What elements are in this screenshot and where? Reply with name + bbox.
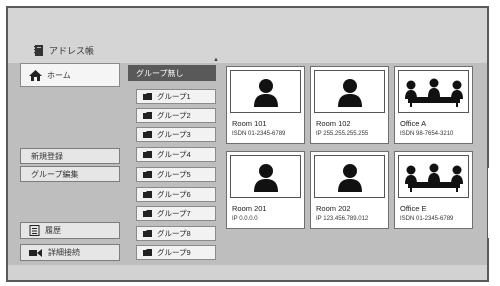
group-edit-label: グループ編集	[31, 169, 79, 179]
group-none-tab[interactable]: グループ無し	[128, 65, 216, 81]
group-item-2[interactable]: グループ2	[136, 108, 216, 123]
contact-address: IP 0.0.0.0	[232, 216, 258, 222]
contact-address: ISDN 01-2345-6789	[400, 216, 454, 222]
contact-card-office-e[interactable]: Office E ISDN 01-2345-6789	[394, 151, 473, 229]
window-title: アドレス帳	[34, 43, 94, 57]
history-label: 履歴	[45, 226, 61, 235]
contact-card-room-101[interactable]: Room 101 ISDN 01-2345-6789	[226, 66, 305, 144]
folder-icon	[143, 112, 152, 119]
contact-picture	[230, 70, 301, 113]
address-book-icon	[34, 44, 43, 56]
group-item-5[interactable]: グループ5	[136, 167, 216, 182]
contact-name: Room 102	[316, 119, 351, 128]
contact-picture	[230, 155, 301, 198]
group-item-label: グループ6	[157, 190, 191, 199]
folder-icon	[143, 93, 152, 100]
contact-picture	[314, 155, 385, 198]
contact-card-room-201[interactable]: Room 201 IP 0.0.0.0	[226, 151, 305, 229]
single-person-icon	[253, 163, 278, 192]
group-item-4[interactable]: グループ4	[136, 147, 216, 162]
group-item-7[interactable]: グループ7	[136, 206, 216, 221]
contact-address: IP 123.456.789.012	[316, 216, 369, 222]
contact-picture	[314, 70, 385, 113]
contact-name: Room 201	[232, 204, 267, 213]
contact-card-room-102[interactable]: Room 102 IP 255.255.255.255	[310, 66, 389, 144]
group-item-label: グループ1	[157, 92, 191, 101]
vertical-scrollbar[interactable]	[488, 168, 490, 238]
single-person-icon	[337, 163, 362, 192]
contact-card-office-a[interactable]: Office A ISDN 98-7654-3210	[394, 66, 473, 144]
group-item-label: グループ3	[157, 130, 191, 139]
contact-name: Office E	[400, 204, 427, 213]
contact-picture	[398, 155, 469, 198]
group-edit-button[interactable]: グループ編集	[20, 166, 120, 182]
home-label: ホーム	[47, 70, 71, 80]
detail-connect-button[interactable]: 詳細接続	[20, 244, 120, 261]
folder-icon	[143, 191, 152, 198]
contact-name: Office A	[400, 119, 427, 128]
contact-name: Room 202	[316, 204, 351, 213]
history-button[interactable]: 履歴	[20, 222, 120, 239]
group-item-8[interactable]: グループ8	[136, 226, 216, 241]
contact-address: IP 255.255.255.255	[316, 131, 369, 137]
group-meeting-icon	[404, 78, 463, 107]
group-item-label: グループ4	[157, 150, 191, 159]
group-item-label: グループ9	[157, 248, 191, 257]
contact-address: ISDN 98-7654-3210	[400, 131, 454, 137]
group-item-label: グループ8	[157, 229, 191, 238]
folder-icon	[143, 151, 152, 158]
contact-name: Room 101	[232, 119, 267, 128]
group-item-label: グループ5	[157, 170, 191, 179]
folder-icon	[143, 249, 152, 256]
group-item-label: グループ2	[157, 111, 191, 120]
group-meeting-icon	[404, 163, 463, 192]
group-item-1[interactable]: グループ1	[136, 89, 216, 104]
home-icon	[29, 69, 42, 81]
new-register-label: 新規登録	[31, 151, 63, 161]
single-person-icon	[253, 78, 278, 107]
group-item-9[interactable]: グループ9	[136, 245, 216, 260]
folder-icon	[143, 210, 152, 217]
contact-card-room-202[interactable]: Room 202 IP 123.456.789.012	[310, 151, 389, 229]
folder-icon	[143, 171, 152, 178]
group-item-label: グループ7	[157, 209, 191, 218]
address-book-window: アドレス帳 ▲	[6, 6, 490, 282]
contact-picture	[398, 70, 469, 113]
folder-icon	[143, 230, 152, 237]
detail-connect-icon	[29, 248, 42, 257]
detail-connect-label: 詳細接続	[48, 248, 80, 257]
home-button[interactable]: ホーム	[20, 63, 120, 87]
contact-address: ISDN 01-2345-6789	[232, 131, 286, 137]
footer-bar	[8, 265, 487, 280]
group-item-6[interactable]: グループ6	[136, 187, 216, 202]
window-title-text: アドレス帳	[49, 45, 95, 56]
group-none-label: グループ無し	[136, 68, 184, 78]
folder-icon	[143, 131, 152, 138]
title-bar: アドレス帳 ▲	[8, 8, 487, 63]
group-item-3[interactable]: グループ3	[136, 127, 216, 142]
history-icon	[29, 225, 40, 236]
single-person-icon	[337, 78, 362, 107]
new-register-button[interactable]: 新規登録	[20, 148, 120, 164]
